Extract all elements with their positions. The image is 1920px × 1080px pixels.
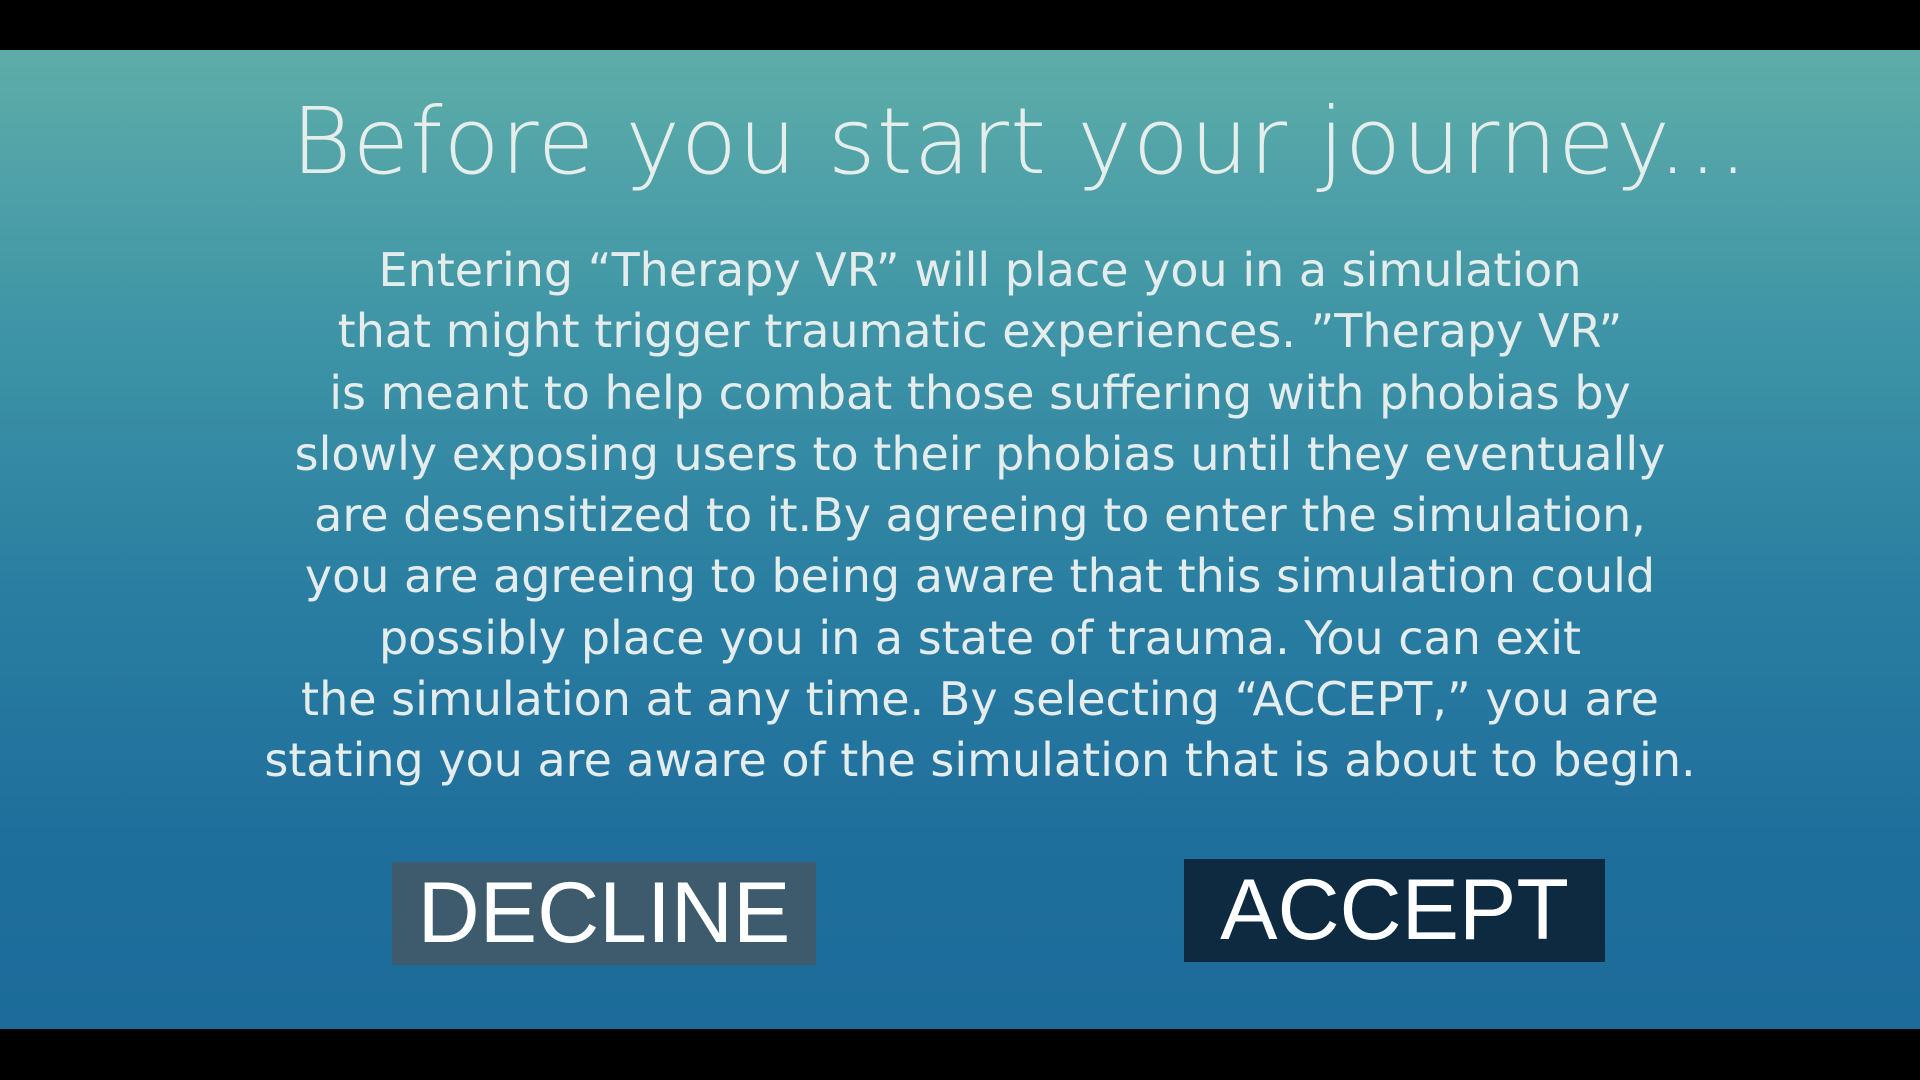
disclaimer-line: is meant to help combat those suffering … [329, 365, 1631, 420]
letterbox-top-bar [0, 0, 1920, 50]
disclaimer-line: the simulation at any time. By selecting… [301, 672, 1659, 727]
disclaimer-line: are desensitized to it.By agreeing to en… [314, 488, 1646, 543]
decline-button[interactable]: DECLINE [392, 862, 816, 965]
disclaimer-line: possibly place you in a state of trauma.… [378, 610, 1582, 665]
disclaimer-line: slowly exposing users to their phobias u… [294, 426, 1666, 481]
disclaimer-line: you are agreeing to being aware that thi… [304, 549, 1656, 604]
disclaimer-line: Entering “Therapy VR” will place you in … [378, 243, 1582, 297]
disclaimer-line: stating you are aware of the simulation … [264, 733, 1696, 788]
letterbox-bottom-bar [0, 1029, 1920, 1080]
consent-panel: Before you start your journey... Enterin… [0, 50, 1920, 1029]
disclaimer-line: that might trigger traumatic experiences… [337, 304, 1623, 359]
page-title: Before you start your journey... [291, 88, 1749, 195]
vr-consent-screen: Before you start your journey... Enterin… [0, 0, 1920, 1080]
accept-button[interactable]: ACCEPT [1184, 859, 1605, 962]
disclaimer-text: Entering “Therapy VR” will place you in … [200, 240, 1760, 792]
